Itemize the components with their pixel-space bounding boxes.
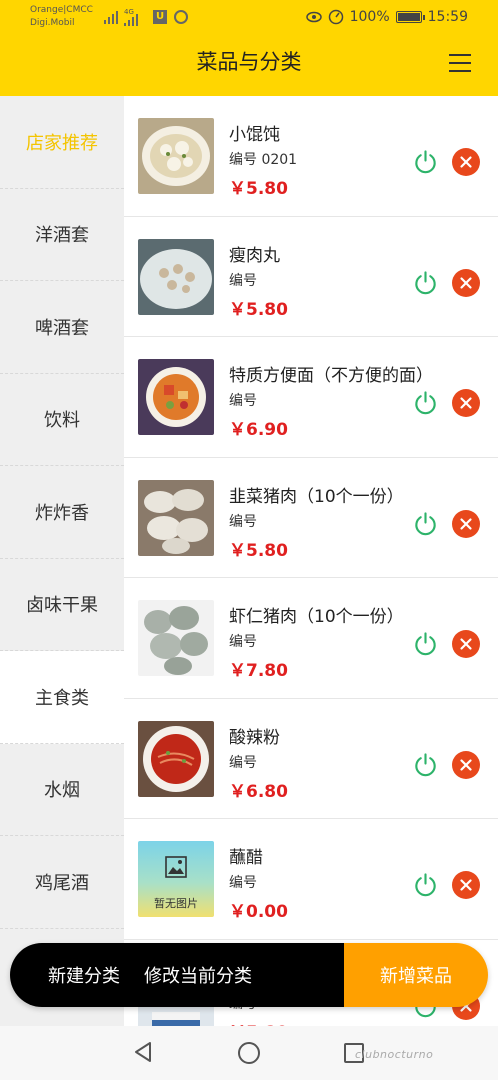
close-icon [460, 156, 472, 168]
status-right: 100% 15:59 [305, 7, 468, 27]
dish-row[interactable]: 酸辣粉 编号 ￥6.80 [124, 699, 498, 819]
dish-code: 编号 [229, 754, 257, 771]
signal-icon [104, 10, 120, 24]
dish-image [138, 479, 214, 556]
category-item[interactable]: 店家推荐 [0, 96, 124, 189]
power-icon[interactable] [412, 630, 439, 657]
category-item[interactable]: 水烟 [0, 744, 124, 836]
dish-name: 韭菜猪肉（10个一份） [229, 486, 404, 507]
delete-button[interactable] [452, 509, 480, 538]
top-bar: Orange|CMCC Digi.Mobil 4G U 100% 15:59 菜… [0, 0, 498, 96]
dish-row[interactable]: 瘦肉丸 编号 ￥5.80 [124, 217, 498, 337]
status-bar: Orange|CMCC Digi.Mobil 4G U 100% 15:59 [0, 0, 498, 34]
category-item[interactable]: 啤酒套 [0, 281, 124, 374]
dish-image [138, 359, 214, 435]
clock: 15:59 [427, 9, 468, 25]
system-nav-bar: clubnocturno [0, 1026, 498, 1080]
category-item[interactable]: 洋酒套 [0, 189, 124, 281]
menu-icon[interactable] [449, 54, 471, 72]
dish-code: 编号 [229, 513, 257, 530]
speed-icon [328, 9, 343, 25]
dish-row[interactable]: 小馄饨 编号 0201 ￥5.80 [124, 96, 498, 217]
page-title: 菜品与分类 [196, 50, 302, 74]
dish-code: 编号 [229, 272, 257, 289]
dish-name: 特质方便面（不方便的面） [229, 366, 433, 386]
power-icon[interactable] [412, 148, 439, 175]
dish-name: 蘸醋 [229, 848, 263, 868]
dish-row[interactable]: 暂无图片 蘸醋 编号 ￥0.00 [124, 819, 498, 940]
dish-code: 编号 [229, 875, 257, 891]
dish-name: 瘦肉丸 [229, 245, 280, 266]
close-icon [460, 638, 472, 650]
carrier-line1: Orange|CMCC [30, 5, 93, 15]
dish-image [138, 238, 214, 315]
image-placeholder-icon [165, 856, 187, 878]
u-app-icon: U [153, 10, 167, 24]
add-dish-button[interactable]: 新增菜品 [344, 943, 488, 1007]
dish-price: ￥7.80 [229, 661, 288, 681]
close-icon [460, 397, 472, 409]
carrier-info: Orange|CMCC Digi.Mobil [30, 4, 93, 30]
bottom-action-bar: 新建分类 修改当前分类 新增菜品 [10, 943, 488, 1007]
delete-button[interactable] [452, 630, 480, 658]
eye-icon [305, 11, 322, 23]
dish-list: 小馄饨 编号 0201 ￥5.80 瘦肉丸 编号 ￥5.80 特质方便面（不方便… [124, 96, 498, 1026]
carrier-line2: Digi.Mobil [30, 18, 75, 28]
sync-icon [174, 10, 188, 24]
dish-code: 编号 0201 [229, 152, 298, 168]
dish-price: ￥6.80 [229, 781, 288, 802]
category-sidebar: 店家推荐 洋酒套 啤酒套 饮料 炸炸香 卤味干果 主食类 水烟 鸡尾酒 [0, 96, 124, 1026]
power-icon[interactable] [412, 269, 439, 296]
delete-button[interactable] [452, 268, 480, 297]
dish-name: 小馄饨 [229, 125, 280, 145]
category-item-selected[interactable]: 主食类 [0, 651, 124, 744]
battery-percent: 100% [349, 9, 390, 25]
dish-name: 酸辣粉 [229, 727, 280, 748]
dish-name: 虾仁猪肉（10个一份） [229, 607, 404, 627]
dish-price: ￥5.80 [229, 540, 288, 561]
edit-category-button[interactable]: 修改当前分类 [144, 962, 252, 988]
power-icon[interactable] [412, 389, 439, 416]
category-item[interactable]: 饮料 [0, 374, 124, 466]
dish-code: 编号 [229, 393, 257, 409]
dish-image-placeholder: 暂无图片 [138, 841, 214, 917]
delete-button[interactable] [452, 148, 480, 176]
power-icon[interactable] [412, 871, 439, 898]
dish-price: ￥5.80 [229, 299, 288, 320]
delete-button[interactable] [452, 389, 480, 417]
category-item[interactable]: 炸炸香 [0, 466, 124, 559]
dish-price: ￥5.80 [229, 179, 288, 199]
close-icon [460, 758, 472, 771]
dish-price: ￥0.00 [229, 902, 288, 922]
battery-icon [395, 11, 425, 23]
category-actions: 新建分类 修改当前分类 [10, 943, 344, 1007]
delete-button[interactable] [452, 750, 480, 779]
dish-row[interactable]: 特质方便面（不方便的面） 编号 ￥6.90 [124, 337, 498, 458]
category-item[interactable]: 卤味干果 [0, 559, 124, 651]
power-icon[interactable] [412, 751, 439, 778]
close-icon [460, 276, 472, 289]
dish-row[interactable]: 韭菜猪肉（10个一份） 编号 ￥5.80 [124, 458, 498, 578]
close-icon [460, 879, 472, 891]
dish-row[interactable]: 虾仁猪肉（10个一份） 编号 ￥7.80 [124, 578, 498, 699]
watermark: clubnocturno [355, 1048, 434, 1061]
dish-image [138, 720, 214, 797]
dish-image [138, 600, 214, 676]
close-icon [460, 517, 472, 530]
dish-code: 编号 [229, 634, 257, 650]
home-icon[interactable] [238, 1042, 260, 1064]
delete-button[interactable] [452, 871, 480, 899]
new-category-button[interactable]: 新建分类 [48, 962, 120, 988]
placeholder-text: 暂无图片 [154, 897, 198, 910]
dish-price: ￥5.80 [229, 1018, 288, 1027]
power-icon[interactable] [412, 510, 439, 537]
dish-price: ￥6.90 [229, 420, 288, 440]
signal-icon-2 [124, 12, 140, 26]
dish-image [138, 118, 214, 194]
category-item[interactable]: 鸡尾酒 [0, 836, 124, 929]
back-icon[interactable] [133, 1041, 153, 1063]
